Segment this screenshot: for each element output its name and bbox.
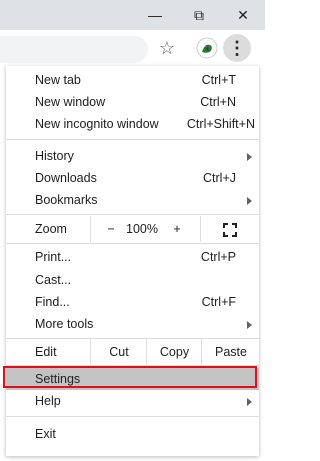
- zoom-level-value: 100%: [126, 222, 158, 236]
- menu-item-help[interactable]: Help: [6, 390, 259, 412]
- browser-menu: New tab Ctrl+T New window Ctrl+N New inc…: [3, 66, 259, 456]
- paste-button[interactable]: Paste: [201, 339, 260, 365]
- menu-item-cast[interactable]: Cast...: [6, 269, 259, 291]
- restore-button[interactable]: ⧉: [177, 0, 221, 30]
- menu-item-more-tools[interactable]: More tools: [6, 313, 259, 335]
- zoom-in-button[interactable]: +: [164, 216, 190, 242]
- star-icon: ☆: [158, 37, 176, 58]
- chevron-right-icon: [247, 197, 252, 205]
- menu-item-new-incognito-window[interactable]: New incognito window Ctrl+Shift+N: [6, 113, 259, 135]
- menu-row-edit: Edit Cut Copy Paste: [6, 339, 259, 365]
- menu-item-new-tab[interactable]: New tab Ctrl+T: [6, 69, 259, 91]
- menu-separator: [6, 416, 259, 417]
- restore-icon: ⧉: [194, 6, 204, 23]
- menu-item-bookmarks[interactable]: Bookmarks: [6, 189, 259, 211]
- bookmark-star-button[interactable]: ☆: [153, 34, 181, 62]
- title-bar: — ⧉ ✕: [0, 0, 265, 30]
- close-icon: ✕: [237, 6, 249, 23]
- browser-toolbar: ☆ ⋮: [0, 30, 265, 67]
- address-bar[interactable]: [0, 36, 148, 63]
- chevron-right-icon: [247, 321, 252, 329]
- chevron-right-icon: [247, 153, 252, 161]
- menu-item-print[interactable]: Print... Ctrl+P: [6, 246, 259, 268]
- menu-separator: [6, 243, 259, 244]
- profile-avatar-button[interactable]: [193, 34, 221, 62]
- menu-item-new-window[interactable]: New window Ctrl+N: [6, 91, 259, 113]
- minimize-button[interactable]: —: [133, 0, 177, 30]
- chevron-right-icon: [247, 398, 252, 406]
- menu-separator: [6, 139, 259, 140]
- more-vertical-icon: ⋮: [228, 37, 246, 58]
- menu-separator: [6, 214, 259, 215]
- minimize-icon: —: [148, 7, 162, 23]
- menu-item-exit[interactable]: Exit: [6, 423, 259, 445]
- menu-item-downloads[interactable]: Downloads Ctrl+J: [6, 167, 259, 189]
- close-window-button[interactable]: ✕: [221, 0, 265, 30]
- browser-menu-button[interactable]: ⋮: [223, 34, 251, 62]
- avatar-icon: [196, 37, 218, 59]
- menu-item-find[interactable]: Find... Ctrl+F: [6, 291, 259, 313]
- menu-item-history[interactable]: History: [6, 145, 259, 167]
- fullscreen-button[interactable]: [200, 216, 259, 242]
- settings-highlight-box: [3, 366, 257, 388]
- copy-button[interactable]: Copy: [146, 339, 202, 365]
- fullscreen-icon: [223, 222, 237, 237]
- cut-button[interactable]: Cut: [90, 339, 147, 365]
- menu-row-zoom: Zoom − 100% +: [6, 216, 259, 242]
